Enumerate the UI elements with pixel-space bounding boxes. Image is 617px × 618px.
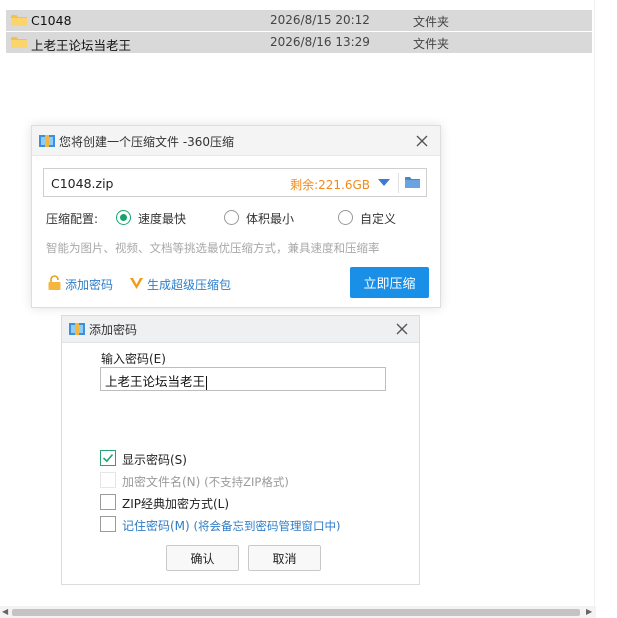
checkbox-label: ZIP经典加密方式(L) — [122, 497, 230, 511]
file-type: 文件夹 — [413, 15, 450, 29]
file-row-folder[interactable]: 上老王论坛当老王 2026/8/16 13:29 文件夹 — [6, 32, 592, 53]
disk-space-remaining: 剩余:221.6GB — [290, 178, 370, 192]
checkbox-box[interactable] — [100, 516, 116, 532]
checkbox-label: 显示密码(S) — [122, 453, 187, 467]
text-caret — [206, 375, 208, 390]
archive-filename[interactable]: C1048.zip — [51, 176, 113, 191]
file-name: C1048 — [31, 13, 72, 28]
radio-circle[interactable] — [116, 210, 131, 225]
hint-text: 智能为图片、视频、文档等挑选最优压缩方式，兼具速度和压缩率 — [46, 241, 380, 255]
confirm-button[interactable]: 确认 — [166, 545, 239, 571]
cancel-button[interactable]: 取消 — [248, 545, 321, 571]
horizontal-scrollbar[interactable]: ◀ ▶ — [0, 606, 596, 618]
divider — [398, 173, 399, 193]
dialog-titlebar[interactable]: 您将创建一个压缩文件 -360压缩 — [32, 126, 440, 156]
radio-label: 体积最小 — [246, 212, 295, 226]
checkbox-box[interactable] — [100, 450, 116, 466]
radio-circle[interactable] — [224, 210, 239, 225]
dropdown-arrow-icon[interactable] — [378, 179, 390, 186]
archive-app-icon — [69, 323, 85, 335]
config-label: 压缩配置: — [46, 212, 99, 226]
dialog-title: 您将创建一个压缩文件 -360压缩 — [59, 135, 235, 149]
close-icon[interactable] — [414, 133, 430, 149]
archive-app-icon — [39, 135, 55, 147]
file-date: 2026/8/16 13:29 — [270, 35, 370, 49]
add-password-label: 添加密码 — [65, 278, 114, 292]
add-password-dialog: 添加密码 输入密码(E) 上老王论坛当老王 显示密码(S) 加密文件名(N) (… — [61, 315, 420, 585]
scroll-left-icon[interactable]: ◀ — [2, 606, 8, 618]
close-icon[interactable] — [394, 321, 410, 337]
v-logo-icon — [130, 278, 143, 289]
password-field-label: 输入密码(E) — [101, 352, 166, 366]
archive-filename-field[interactable]: C1048.zip 剩余:221.6GB — [43, 168, 427, 197]
browse-folder-icon[interactable] — [405, 176, 420, 189]
folder-icon — [11, 37, 27, 48]
password-input[interactable]: 上老王论坛当老王 — [100, 367, 386, 391]
radio-label: 速度最快 — [138, 212, 187, 226]
checkmark-icon — [102, 453, 114, 463]
super-pack-label: 生成超级压缩包 — [147, 278, 232, 292]
vertical-scrollbar[interactable] — [594, 0, 617, 607]
file-name: 上老王论坛当老王 — [31, 38, 132, 53]
lock-icon — [48, 275, 61, 290]
password-value: 上老王论坛当老王 — [105, 374, 206, 389]
file-row-c1048[interactable]: C1048 2026/8/15 20:12 文件夹 — [6, 10, 592, 31]
checkbox-box[interactable] — [100, 494, 116, 510]
checkbox-label: 记住密码(M) (将会备忘到密码管理窗口中) — [122, 519, 341, 533]
dialog-title: 添加密码 — [89, 323, 138, 337]
checkbox-label: 加密文件名(N) (不支持ZIP格式) — [122, 475, 289, 489]
compress-now-button[interactable]: 立即压缩 — [350, 267, 429, 298]
scroll-right-icon[interactable]: ▶ — [586, 606, 592, 618]
radio-label: 自定义 — [360, 212, 397, 226]
compression-config: 压缩配置: 速度最快 体积最小 自定义 — [46, 209, 436, 229]
file-type: 文件夹 — [413, 37, 450, 51]
radio-circle[interactable] — [338, 210, 353, 225]
compress-dialog: 您将创建一个压缩文件 -360压缩 C1048.zip 剩余:221.6GB 压… — [31, 125, 441, 308]
scrollbar-thumb[interactable] — [12, 609, 580, 616]
file-date: 2026/8/15 20:12 — [270, 13, 370, 27]
dialog-titlebar[interactable]: 添加密码 — [62, 316, 419, 343]
folder-icon — [11, 15, 27, 26]
checkbox-box[interactable] — [100, 472, 116, 488]
